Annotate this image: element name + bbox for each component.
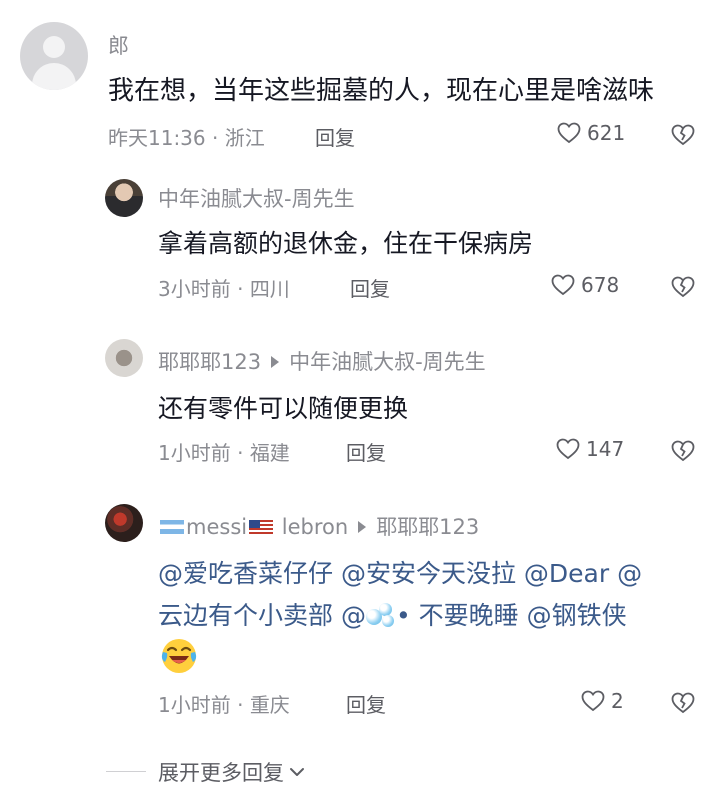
meta-separator: ·: [230, 277, 250, 301]
reply-button[interactable]: 回复: [346, 689, 386, 718]
reply-location: 重庆: [249, 693, 290, 717]
like-button[interactable]: 621: [557, 121, 625, 145]
comment-meta: 昨天11:36 · 浙江: [108, 122, 265, 151]
like-button[interactable]: 2: [581, 689, 624, 713]
us-flag-icon: [249, 519, 274, 534]
reply-username-line: 耶耶耶123 中年油腻大叔-周先生: [158, 346, 486, 376]
comment-time: 昨天11:36: [108, 126, 206, 150]
avatar[interactable]: [105, 504, 143, 542]
reply-meta: 3小时前 · 四川: [158, 273, 290, 302]
laughing-crying-emoji-icon: [161, 639, 197, 673]
dislike-icon[interactable]: [671, 692, 695, 714]
meta-separator: ·: [230, 693, 250, 717]
dislike-icon[interactable]: [671, 276, 695, 298]
reply-meta: 1小时前 · 重庆: [158, 689, 290, 718]
reply-button[interactable]: 回复: [350, 273, 390, 302]
meta-separator: ·: [230, 441, 250, 465]
dislike-icon[interactable]: [671, 124, 695, 146]
comment-location: 浙江: [224, 126, 265, 150]
reply-to-username[interactable]: 耶耶耶123: [376, 515, 479, 539]
heart-icon: [557, 122, 581, 144]
reply-arrow-icon: [271, 356, 280, 368]
expand-replies-label: 展开更多回复: [158, 761, 284, 785]
like-button[interactable]: 678: [551, 273, 619, 297]
like-button[interactable]: 147: [556, 437, 624, 461]
reply-arrow-icon: [358, 521, 367, 533]
reply-meta: 1小时前 · 福建: [158, 437, 290, 466]
divider: [106, 771, 146, 772]
reply-username[interactable]: 耶耶耶123: [158, 350, 261, 374]
reply-button[interactable]: 回复: [346, 437, 386, 466]
mention-line[interactable]: 云边有个小卖部 @ • 不要晚睡 @钢铁侠: [158, 596, 627, 632]
like-count: 621: [587, 121, 626, 145]
reply-username[interactable]: 中年油腻大叔-周先生: [158, 183, 355, 213]
comment-text: 我在想，当年这些掘墓的人，现在心里是啥滋味: [108, 76, 655, 106]
argentina-flag-icon: [160, 519, 184, 534]
reply-time: 3小时前: [158, 277, 231, 301]
reply-location: 四川: [249, 277, 290, 301]
like-count: 2: [611, 689, 624, 713]
like-count: 678: [581, 273, 620, 297]
reply-text: 拿着高额的退休金，住在干保病房: [158, 229, 534, 258]
like-count: 147: [586, 437, 625, 461]
chevron-down-icon: [290, 768, 304, 776]
meta-separator: ·: [205, 126, 225, 150]
heart-icon: [581, 690, 605, 712]
mention-line[interactable]: @爱吃香菜仔仔 @安安今天没拉 @Dear @: [158, 554, 642, 590]
reply-time: 1小时前: [158, 693, 231, 717]
default-avatar-icon: [43, 36, 65, 58]
reply-username[interactable]: messi lebron: [186, 515, 348, 539]
reply-button[interactable]: 回复: [315, 122, 355, 151]
avatar[interactable]: [20, 22, 88, 90]
heart-icon: [551, 274, 575, 296]
avatar[interactable]: [105, 339, 143, 377]
reply-text: 还有零件可以随便更换: [158, 394, 409, 423]
comment-username[interactable]: 郎: [108, 30, 129, 60]
avatar[interactable]: [105, 179, 143, 217]
reply-to-username[interactable]: 中年油腻大叔-周先生: [289, 350, 486, 374]
reply-location: 福建: [249, 441, 290, 465]
heart-icon: [556, 438, 580, 460]
dislike-icon[interactable]: [671, 440, 695, 462]
reply-time: 1小时前: [158, 441, 231, 465]
expand-replies-button[interactable]: 展开更多回复: [158, 757, 306, 787]
bubbles-emoji-icon: [365, 603, 396, 627]
reply-username-line: messi lebron 耶耶耶123: [158, 511, 479, 541]
